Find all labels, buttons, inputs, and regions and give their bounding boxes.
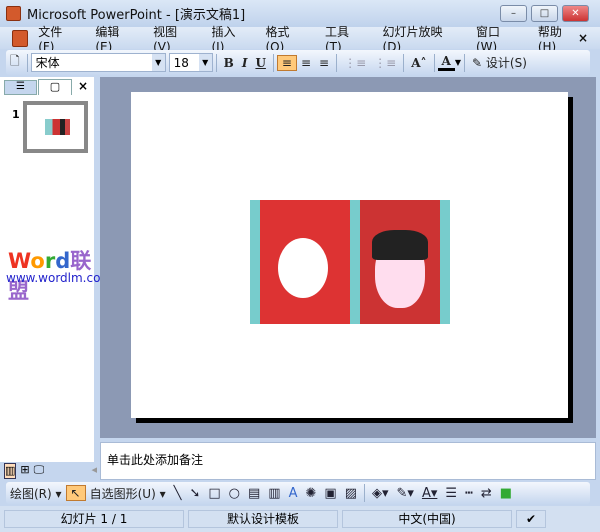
status-slide: 幻灯片 1 / 1 xyxy=(4,510,184,528)
window-title: Microsoft PowerPoint - [演示文稿1] xyxy=(27,8,246,23)
menu-help[interactable]: 帮助(H) xyxy=(538,23,578,54)
oval-icon[interactable]: ○ xyxy=(225,486,244,501)
diagram-icon[interactable]: ✺ xyxy=(301,486,320,501)
font-color-button[interactable]: A xyxy=(437,54,455,71)
picture-icon[interactable]: ▨ xyxy=(341,486,361,501)
font-select[interactable]: 宋体 ▼ xyxy=(30,53,166,72)
picture-hair xyxy=(372,230,428,260)
menu-tools[interactable]: 工具(T) xyxy=(325,23,364,54)
thumbnail-image xyxy=(45,119,70,135)
menu-format[interactable]: 格式(O) xyxy=(265,23,306,54)
draw-menu-button[interactable]: 绘图(R) ▾ xyxy=(6,485,66,502)
slide-thumbnail[interactable] xyxy=(23,101,88,153)
maximize-button[interactable]: □ xyxy=(531,5,558,22)
chevron-down-icon: ▼ xyxy=(198,54,212,71)
status-bar: 幻灯片 1 / 1 默认设计模板 中文(中国) ✔ xyxy=(0,506,600,532)
document-icon[interactable] xyxy=(12,29,29,47)
select-objects-icon[interactable]: ↖ xyxy=(65,485,86,501)
vertical-textbox-icon[interactable]: ▥ xyxy=(264,486,284,501)
autoshapes-button[interactable]: 自选图形(U) ▾ xyxy=(86,485,170,502)
rectangle-icon[interactable]: □ xyxy=(204,486,224,501)
grow-font-button[interactable]: A˄ xyxy=(407,56,430,70)
spelling-icon[interactable]: ✔ xyxy=(516,510,546,528)
wordart-icon[interactable]: A xyxy=(285,486,302,501)
align-center-button[interactable]: ≡ xyxy=(297,56,315,70)
slideshow-icon[interactable]: 🖵 xyxy=(34,463,45,479)
watermark-url: www.wordlm.com xyxy=(6,271,113,285)
slides-pane: ☰ ▢ × 1 Word联盟 www.wordlm.com xyxy=(0,77,112,462)
fill-color-icon[interactable]: ◈▾ xyxy=(368,486,393,501)
pane-close-icon[interactable]: × xyxy=(78,79,88,93)
minimize-button[interactable]: – xyxy=(500,5,527,22)
align-left-button[interactable]: ≡ xyxy=(276,54,297,71)
menu-close-icon[interactable]: × xyxy=(578,31,588,45)
slide-picture[interactable] xyxy=(250,200,450,324)
slide-number: 1 xyxy=(12,108,20,121)
drawing-toolbar: 绘图(R) ▾ ↖ 自选图形(U) ▾ ╲ ➘ □ ○ ▤ ▥ A ✺ ▣ ▨ … xyxy=(6,482,590,504)
normal-view-icon[interactable]: ▥ xyxy=(4,463,17,479)
line-icon[interactable]: ╲ xyxy=(170,486,186,501)
arrow-icon[interactable]: ➘ xyxy=(185,486,204,501)
menu-bar: 文件(F) 编辑(E) 视图(V) 插入(I) 格式(O) 工具(T) 幻灯片放… xyxy=(0,25,600,54)
textbox-icon[interactable]: ▤ xyxy=(244,486,264,501)
close-button[interactable]: ✕ xyxy=(562,5,589,22)
menu-edit[interactable]: 编辑(E) xyxy=(95,23,134,54)
bold-button[interactable]: B xyxy=(220,56,238,70)
shadow-icon[interactable]: ■ xyxy=(496,486,516,501)
menu-view[interactable]: 视图(V) xyxy=(153,23,192,54)
slide[interactable] xyxy=(131,92,568,418)
line-style-icon[interactable]: ☰ xyxy=(441,486,461,501)
underline-button[interactable]: U xyxy=(251,56,269,70)
font-size-select[interactable]: 18 ▼ xyxy=(168,53,213,72)
tab-slides[interactable]: ▢ xyxy=(38,79,72,95)
notes-placeholder: 单击此处添加备注 xyxy=(107,453,204,467)
status-language: 中文(中国) xyxy=(342,510,512,528)
view-buttons: ▥ ⊞ 🖵 ◂ xyxy=(4,463,97,479)
menu-slideshow[interactable]: 幻灯片放映(D) xyxy=(383,23,457,54)
arrow-style-icon[interactable]: ⇄ xyxy=(477,486,496,501)
font-color-icon[interactable]: A▾ xyxy=(418,486,441,501)
menu-file[interactable]: 文件(F) xyxy=(38,23,76,54)
bullets-button[interactable]: ⋮≡ xyxy=(370,56,400,70)
menu-insert[interactable]: 插入(I) xyxy=(212,23,247,54)
dash-style-icon[interactable]: ┅ xyxy=(461,486,477,501)
powerpoint-icon xyxy=(6,6,21,21)
clipart-icon[interactable]: ▣ xyxy=(320,486,340,501)
align-right-button[interactable]: ≡ xyxy=(315,56,333,70)
line-color-icon[interactable]: ✎▾ xyxy=(393,486,418,501)
tab-outline[interactable]: ☰ xyxy=(4,80,37,95)
menu-window[interactable]: 窗口(W) xyxy=(476,23,519,54)
status-template: 默认设计模板 xyxy=(188,510,338,528)
design-button[interactable]: ✎ 设计(S) xyxy=(468,54,531,71)
numbering-button[interactable]: ⋮≡ xyxy=(340,56,370,70)
scroll-left-icon[interactable]: ◂ xyxy=(91,463,97,479)
new-document-icon[interactable]: 🗋 xyxy=(6,52,24,73)
design-icon: ✎ xyxy=(472,56,483,70)
italic-button[interactable]: I xyxy=(238,56,252,70)
picture-face-left xyxy=(278,238,328,298)
notes-pane[interactable]: 单击此处添加备注 xyxy=(100,442,596,480)
formatting-toolbar: 🗋 宋体 ▼ 18 ▼ B I U ≡ ≡ ≡ ⋮≡ ⋮≡ A˄ A ▼ ✎ 设计(S… xyxy=(6,50,590,75)
chevron-down-icon: ▼ xyxy=(151,54,165,71)
slide-sorter-icon[interactable]: ⊞ xyxy=(20,463,29,479)
